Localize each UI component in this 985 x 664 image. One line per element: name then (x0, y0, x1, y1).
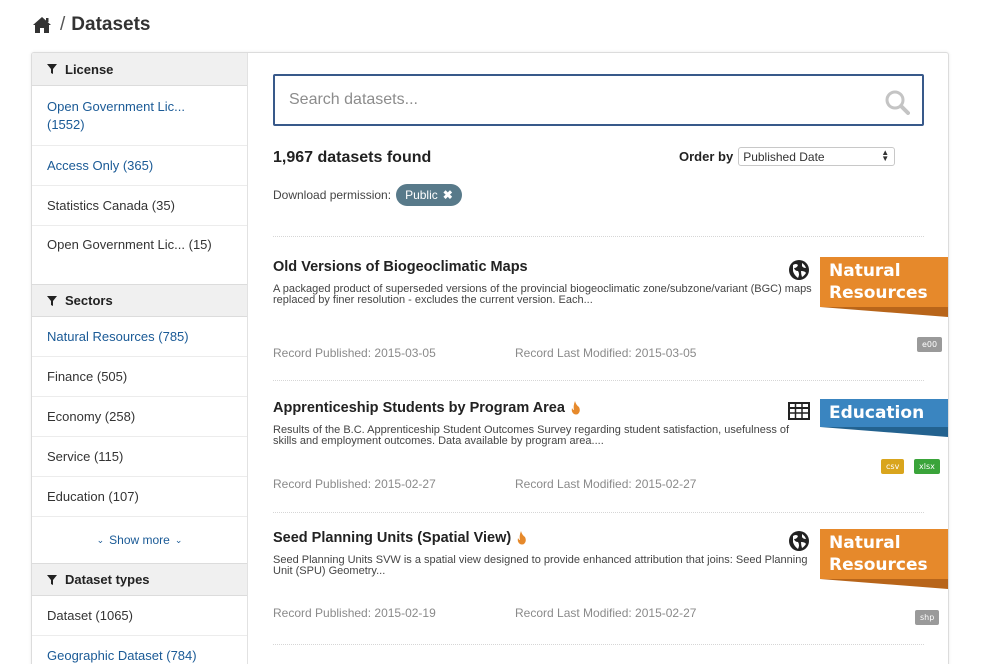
facet-item-label: Geographic Dataset (784) (47, 647, 197, 663)
chevron-down-icon: ⌄ (96, 534, 105, 545)
filter-label: Download permission: (273, 188, 392, 202)
results-count: 1,967 datasets found (273, 149, 432, 166)
sector-label: Natural Resources (829, 261, 928, 303)
facet-item-sector[interactable]: Education (107) (32, 477, 247, 517)
facet-item-label: Finance (505) (47, 368, 128, 384)
divider (273, 380, 924, 381)
search-box (273, 74, 924, 126)
show-more-label: Show more (109, 533, 170, 547)
ribbon-fold (820, 307, 948, 317)
facet-item-label: Economy (258) (47, 408, 136, 424)
facet-item-sector[interactable]: Finance (505) (32, 357, 247, 397)
divider (273, 512, 924, 513)
sector-ribbon: Education (820, 399, 948, 437)
sector-label: Education (829, 403, 925, 423)
facet-item-label: Natural Resources (785) (47, 328, 189, 344)
facet-heading-label: Sectors (65, 293, 113, 308)
dataset-description: Results of the B.C. Apprenticeship Stude… (273, 424, 790, 447)
record-published: Record Published: 2015-03-05 (273, 346, 436, 360)
dataset-title-text: Apprenticeship Students by Program Area (273, 400, 565, 416)
chevron-down-icon: ⌄ (174, 534, 183, 545)
dataset-description: A packaged product of superseded version… (273, 283, 812, 306)
facet-item-sector[interactable]: Service (115) (32, 437, 247, 477)
record-published: Record Published: 2015-02-19 (273, 606, 436, 620)
format-badge: e00 (917, 337, 943, 352)
facet-item-dataset-type[interactable]: Dataset (1065) (32, 596, 247, 636)
facet-item-license[interactable]: Statistics Canada (35) (32, 186, 247, 226)
table-icon (788, 402, 810, 420)
sector-ribbon: Natural Resources (820, 257, 948, 317)
facet-item-label: Education (107) (47, 488, 139, 504)
show-more-link[interactable]: ⌄ Show more ⌄ (32, 517, 247, 563)
facet-item-license[interactable]: Open Government Lic... (15) (32, 226, 247, 284)
filter-pill[interactable]: Public ✖ (396, 184, 462, 206)
dataset-title-text: Seed Planning Units (Spatial View) (273, 530, 512, 546)
facet-item-sector[interactable]: Natural Resources (785) (32, 317, 247, 357)
facet-item-label: Service (115) (47, 448, 124, 464)
facet-item-label: Dataset (1065) (47, 607, 133, 623)
filter-pill-label: Public (405, 188, 438, 202)
filter-icon (47, 295, 57, 306)
datasets-panel: License Open Government Lic... (1552) Ac… (31, 52, 949, 664)
divider (273, 236, 924, 237)
order-by: Order by Published Date ▲ ▼ (679, 147, 896, 166)
filter-icon (47, 64, 57, 74)
facet-item-label: Open Government Lic... (1552) (47, 98, 186, 132)
record-modified: Record Last Modified: 2015-02-27 (515, 477, 697, 491)
dataset-description: Seed Planning Units SVW is a spatial vie… (273, 554, 808, 577)
globe-icon (789, 531, 809, 551)
globe-icon (789, 260, 809, 280)
ribbon-fold (820, 579, 948, 589)
search-input[interactable] (275, 91, 855, 109)
active-filters: Download permission: Public ✖ (273, 184, 462, 206)
breadcrumb-separator: / (60, 14, 66, 35)
facet-item-dataset-type[interactable]: Geographic Dataset (784) (32, 636, 247, 664)
dataset-title-text: Old Versions of Biogeoclimatic Maps (273, 259, 528, 275)
order-by-select[interactable]: Published Date (738, 147, 896, 166)
record-published: Record Published: 2015-02-27 (273, 477, 436, 491)
facet-heading-dataset-types: Dataset types (32, 563, 247, 596)
facet-heading-license: License (32, 53, 247, 86)
results-main: 1,967 datasets found Order by Published … (249, 53, 948, 664)
facet-heading-sectors: Sectors (32, 284, 247, 317)
ribbon-fold (820, 427, 948, 437)
facet-item-sector[interactable]: Economy (258) (32, 397, 247, 437)
page-title: Datasets (71, 14, 151, 35)
facet-item-license[interactable]: Access Only (365) (32, 146, 247, 186)
sector-ribbon: Natural Resources (820, 529, 948, 589)
close-icon[interactable]: ✖ (443, 188, 453, 202)
home-icon[interactable] (32, 16, 52, 34)
facet-item-label: Open Government Lic... (15) (47, 237, 212, 252)
format-badge: xlsx (914, 459, 940, 474)
facet-heading-label: Dataset types (65, 572, 150, 587)
record-modified: Record Last Modified: 2015-02-27 (515, 606, 697, 620)
fire-icon (517, 531, 527, 545)
sector-label: Natural Resources (829, 533, 928, 575)
order-by-label: Order by (679, 149, 734, 164)
search-icon[interactable] (884, 89, 910, 115)
filter-icon (47, 574, 57, 585)
facet-item-license[interactable]: Open Government Lic... (1552) (32, 86, 247, 146)
facet-sidebar: License Open Government Lic... (1552) Ac… (32, 53, 248, 664)
fire-icon (571, 401, 580, 415)
record-modified: Record Last Modified: 2015-03-05 (515, 346, 697, 360)
facet-item-label: Access Only (365) (47, 157, 154, 173)
format-badge: shp (915, 610, 940, 625)
facet-item-label: Statistics Canada (35) (47, 197, 175, 213)
format-badge: csv (881, 459, 905, 474)
facet-heading-label: License (65, 61, 114, 77)
divider (273, 644, 924, 645)
breadcrumb: / Datasets (32, 14, 151, 36)
